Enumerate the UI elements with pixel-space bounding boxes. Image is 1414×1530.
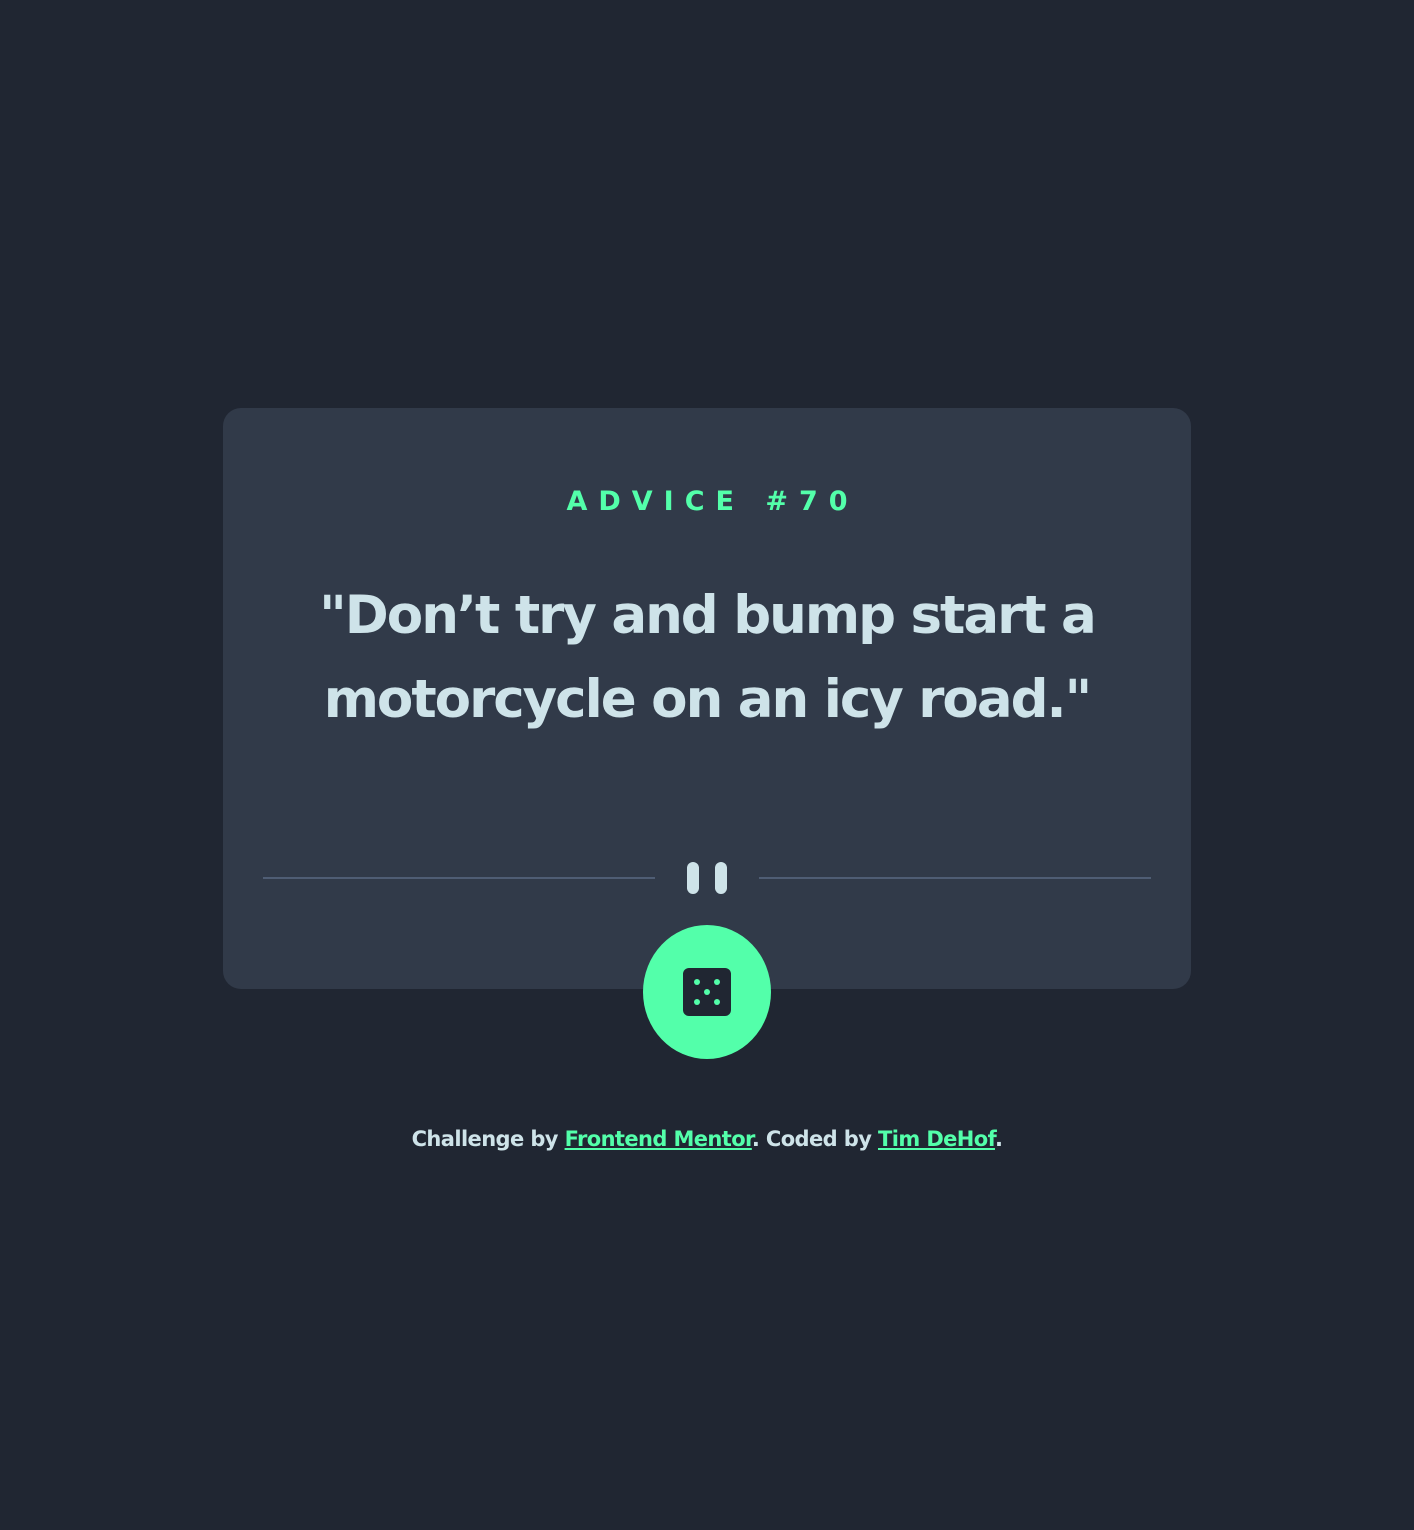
author-link[interactable]: Tim DeHof [878,1127,996,1151]
pattern-divider [263,856,1151,896]
pause-icon [687,862,727,894]
dice-icon [683,968,731,1016]
footer-suffix: . [994,1127,1003,1151]
advice-heading: ADVICE #70 [566,486,859,517]
advice-card: ADVICE #70 "Don’t try and bump start a m… [223,408,1191,989]
divider-line-left [263,877,655,879]
footer-prefix: Challenge by [411,1127,565,1151]
frontend-mentor-link[interactable]: Frontend Mentor [565,1127,753,1151]
divider-line-right [759,877,1151,879]
attribution-footer: Challenge by Frontend Mentor. Coded by T… [0,1124,1414,1154]
generate-advice-button[interactable] [643,925,771,1059]
advice-quote: "Don’t try and bump start a motorcycle o… [319,585,1097,730]
footer-middle: . Coded by [751,1127,878,1151]
